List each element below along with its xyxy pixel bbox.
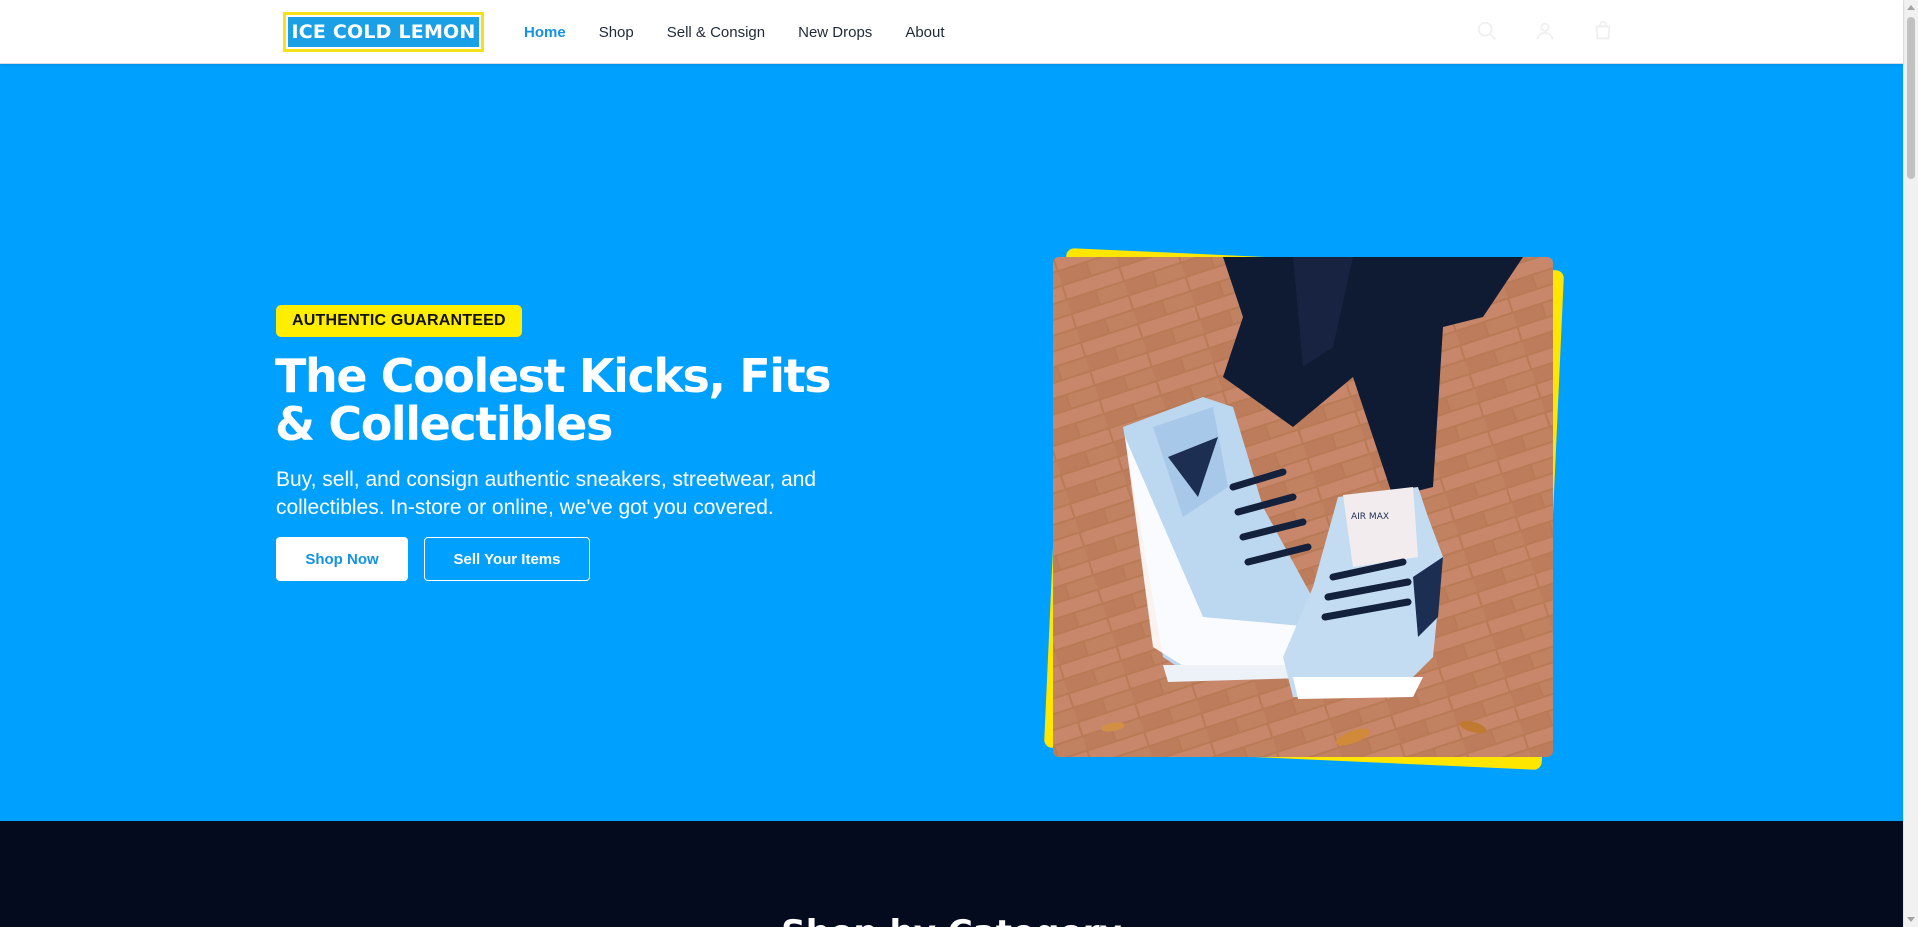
hero-section: AUTHENTIC GUARANTEED The Coolest Kicks, … bbox=[0, 64, 1903, 821]
scroll-up-arrow-icon[interactable] bbox=[1907, 5, 1915, 10]
authentic-badge: AUTHENTIC GUARANTEED bbox=[276, 305, 522, 337]
hero-subtitle: Buy, sell, and consign authentic sneaker… bbox=[276, 468, 817, 519]
cart-icon[interactable] bbox=[1592, 20, 1614, 42]
hero-image-frame: AIR MAX bbox=[1040, 244, 1565, 771]
shop-now-button[interactable]: Shop Now bbox=[276, 537, 408, 581]
category-section-title: Shop by Category bbox=[0, 913, 1903, 927]
nav-item-home[interactable]: Home bbox=[524, 24, 566, 41]
hero-title: The Coolest Kicks, Fits & Collectibles bbox=[275, 349, 832, 451]
nav-item-shop[interactable]: Shop bbox=[599, 24, 634, 41]
page-scrollbar[interactable] bbox=[1903, 0, 1918, 927]
scrollbar-thumb[interactable] bbox=[1907, 17, 1915, 179]
site-header: ICE COLD LEMON Home Shop Sell & Consign … bbox=[0, 0, 1903, 64]
nav-item-sell-consign[interactable]: Sell & Consign bbox=[667, 24, 765, 41]
brand-logo[interactable]: ICE COLD LEMON bbox=[283, 12, 484, 52]
sneaker-illustration: AIR MAX bbox=[1053, 257, 1553, 757]
hero-sneaker-image: AIR MAX bbox=[1053, 257, 1553, 757]
brand-logo-text: ICE COLD LEMON bbox=[291, 21, 476, 43]
shoe-tongue-text: AIR MAX bbox=[1351, 512, 1389, 522]
nav-item-new-drops[interactable]: New Drops bbox=[798, 24, 872, 41]
brand-logo-inner: ICE COLD LEMON bbox=[286, 15, 481, 49]
category-section: Shop by Category bbox=[0, 821, 1903, 927]
nav-item-about[interactable]: About bbox=[905, 24, 944, 41]
sell-your-items-button[interactable]: Sell Your Items bbox=[424, 537, 590, 581]
user-icon[interactable] bbox=[1534, 20, 1556, 42]
search-icon[interactable] bbox=[1476, 20, 1498, 42]
authentic-badge-label: AUTHENTIC GUARANTEED bbox=[292, 312, 506, 329]
header-actions bbox=[1476, 20, 1614, 42]
scroll-down-arrow-icon[interactable] bbox=[1907, 917, 1915, 922]
main-nav: Home Shop Sell & Consign New Drops About bbox=[524, 0, 978, 64]
